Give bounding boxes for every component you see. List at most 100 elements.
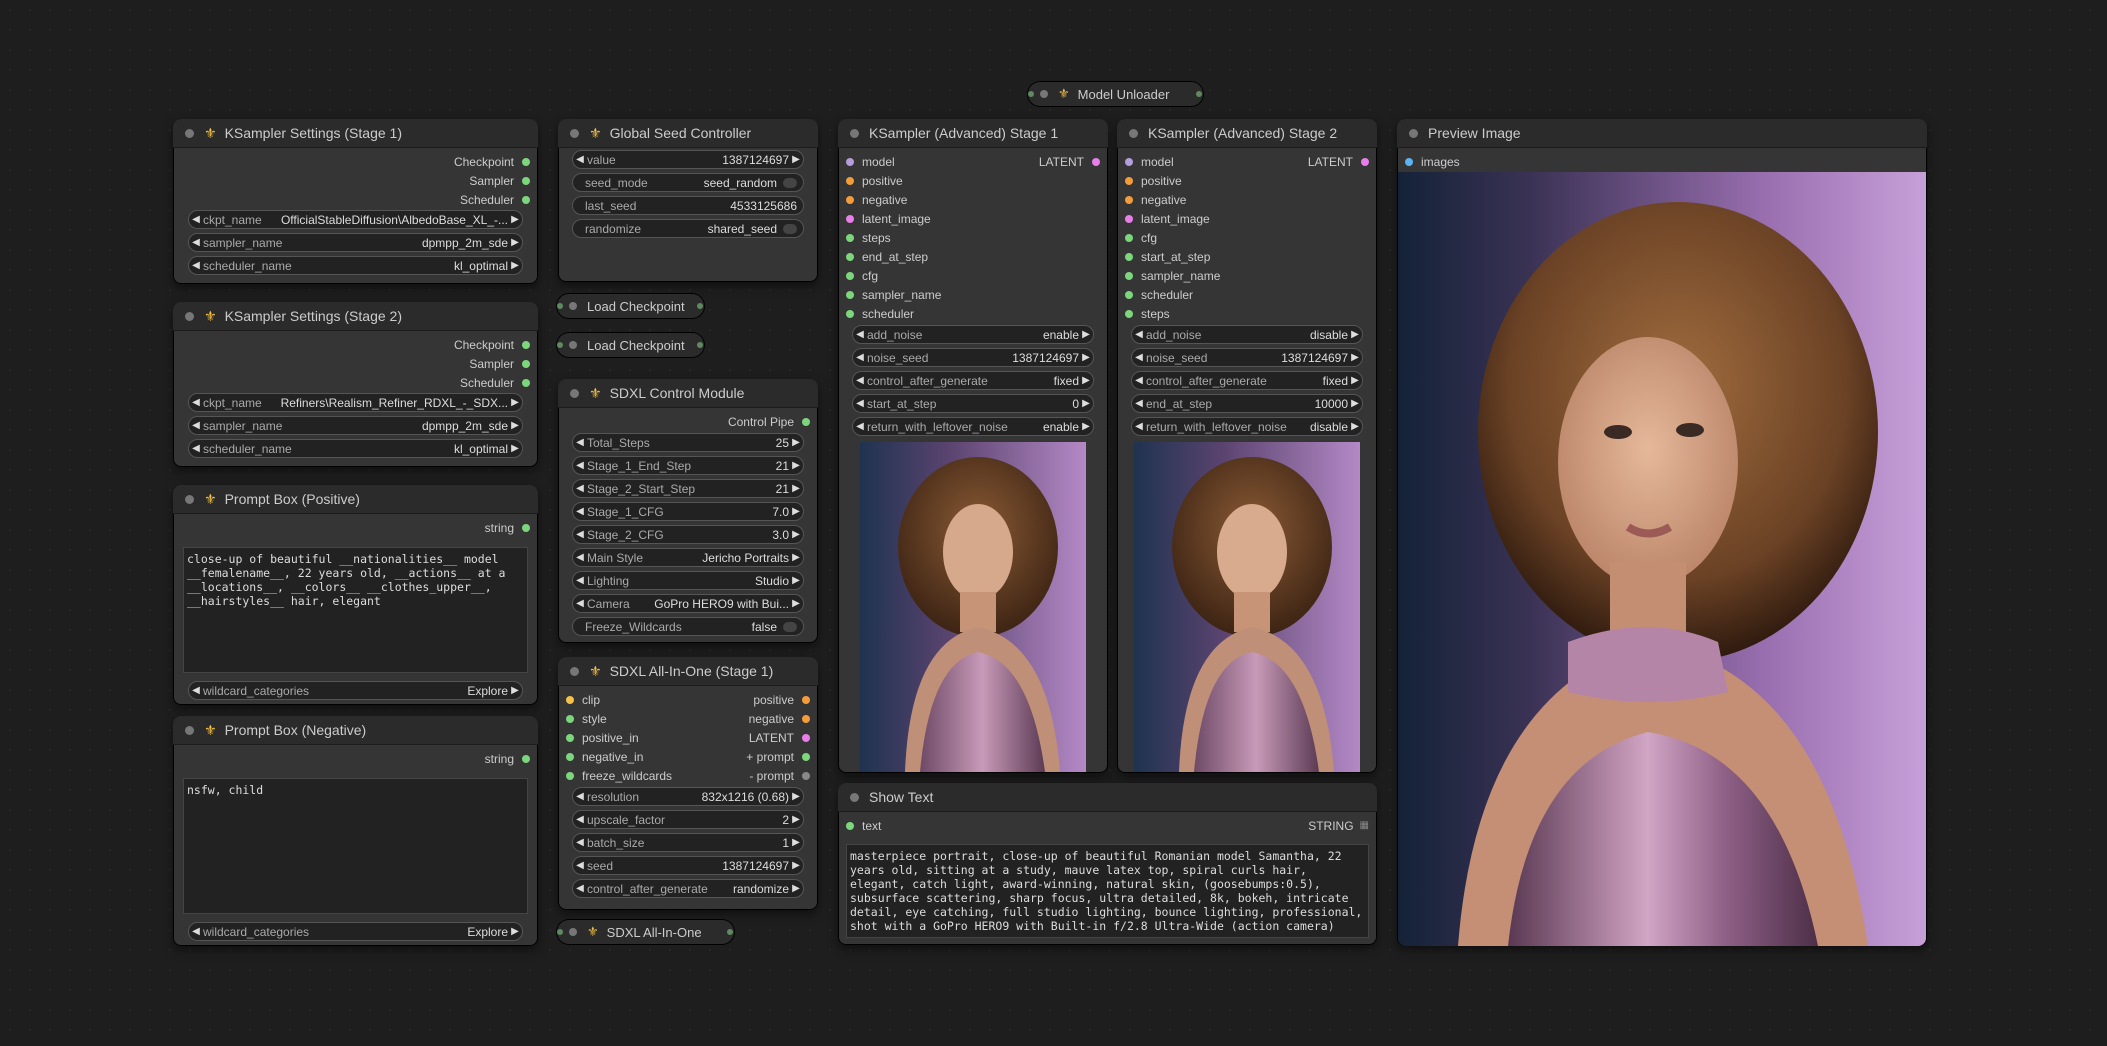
input-socket[interactable] [1125,309,1133,318]
last-seed-widget[interactable]: last_seed 4533125686 [572,196,804,215]
right-arrow-icon[interactable]: ▶ [1079,398,1093,409]
input-socket[interactable] [846,290,854,299]
prompt-box-negative-node[interactable]: ⚜ Prompt Box (Negative) string ◀wildcard… [173,716,538,946]
left-arrow-icon[interactable]: ◀ [573,154,587,165]
output-socket[interactable] [522,523,530,532]
upscale-factor-widget[interactable]: ◀ upscale_factor 2 ▶ [572,810,804,829]
prompt-textarea[interactable] [183,547,528,673]
node-header[interactable]: KSampler (Advanced) Stage 2 [1117,119,1377,148]
input-socket[interactable] [1125,233,1133,242]
collapse-dot[interactable] [570,666,579,676]
list-output-icon[interactable]: ▦ [1360,820,1369,831]
batch-size-widget[interactable]: ◀ batch_size 1 ▶ [572,833,804,852]
ksampler-settings-stage2-node[interactable]: ⚜ KSampler Settings (Stage 2) Checkpoint… [173,302,538,467]
add-noise-widget[interactable]: ◀ add_noise enable ▶ [852,325,1094,344]
left-arrow-icon[interactable]: ◀ [853,421,867,432]
left-arrow-icon[interactable]: ◀ [573,860,587,871]
collapse-dot[interactable] [185,494,194,504]
node-header[interactable]: Show Text [838,783,1377,812]
stage1-cfg-widget[interactable]: ◀ Stage_1_CFG 7.0 ▶ [572,502,804,521]
add-noise-widget[interactable]: ◀ add_noise disable ▶ [1131,325,1363,344]
node-header[interactable]: KSampler (Advanced) Stage 1 [838,119,1108,148]
seed-value-widget[interactable]: ◀ value 1387124697 ▶ [572,150,804,169]
load-checkpoint-node[interactable]: Load Checkpoint [556,293,705,319]
show-text-node[interactable]: Show Text text STRING ▦ [838,783,1377,945]
input-socket[interactable] [566,752,574,761]
output-socket[interactable] [522,359,530,368]
output-socket[interactable] [697,303,703,309]
right-arrow-icon[interactable]: ▶ [508,214,522,225]
end-at-step-widget[interactable]: ◀ end_at_step 10000 ▶ [1131,394,1363,413]
left-arrow-icon[interactable]: ◀ [573,814,587,825]
right-arrow-icon[interactable]: ▶ [789,837,803,848]
right-arrow-icon[interactable]: ▶ [508,420,522,431]
right-arrow-icon[interactable]: ▶ [789,529,803,540]
node-header[interactable]: ⚜ SDXL Control Module [558,379,818,408]
left-arrow-icon[interactable]: ◀ [189,214,203,225]
global-seed-controller-node[interactable]: ⚜ Global Seed Controller ◀ value 138712469… [558,119,818,282]
input-socket[interactable] [566,771,574,780]
input-socket[interactable] [1125,271,1133,280]
right-arrow-icon[interactable]: ▶ [508,260,522,271]
output-socket[interactable] [1092,157,1100,166]
right-arrow-icon[interactable]: ▶ [789,552,803,563]
left-arrow-icon[interactable]: ◀ [189,926,203,937]
collapse-dot[interactable] [185,311,194,321]
output-socket[interactable] [1361,157,1369,166]
total-steps-widget[interactable]: ◀ Total_Steps 25 ▶ [572,433,804,452]
freeze-wildcards-widget[interactable]: Freeze_Wildcards false [572,617,804,636]
ckpt-name-widget[interactable]: ◀ ckpt_name OfficialStableDiffusion\Albedo… [188,210,523,229]
wildcard-categories-widget[interactable]: ◀ wildcard_categories Explore ▶ [188,681,523,700]
node-header[interactable]: Preview Image [1397,119,1927,148]
input-socket[interactable] [846,157,854,166]
left-arrow-icon[interactable]: ◀ [189,420,203,431]
left-arrow-icon[interactable]: ◀ [573,575,587,586]
right-arrow-icon[interactable]: ▶ [1079,352,1093,363]
left-arrow-icon[interactable]: ◀ [573,529,587,540]
collapse-dot[interactable] [850,128,859,138]
input-socket[interactable] [566,733,574,742]
input-socket[interactable] [557,929,563,935]
output-socket[interactable] [697,342,703,348]
left-arrow-icon[interactable]: ◀ [573,552,587,563]
collapse-dot[interactable] [1040,90,1048,98]
output-socket[interactable] [522,176,530,185]
noise-seed-widget[interactable]: ◀ noise_seed 1387124697 ▶ [852,348,1094,367]
input-socket[interactable] [1125,195,1133,204]
input-socket[interactable] [566,695,574,704]
output-socket[interactable] [522,340,530,349]
collapse-dot[interactable] [1129,128,1138,138]
control-after-generate-widget[interactable]: ◀ control_after_generate randomize ▶ [572,879,804,898]
input-socket[interactable] [1125,214,1133,223]
sampler-name-widget[interactable]: ◀ sampler_name dpmpp_2m_sde ▶ [188,416,523,435]
camera-widget[interactable]: ◀ Camera GoPro HERO9 with Bui... ▶ [572,594,804,613]
seed-widget[interactable]: ◀ seed 1387124697 ▶ [572,856,804,875]
right-arrow-icon[interactable]: ▶ [1348,398,1362,409]
right-arrow-icon[interactable]: ▶ [1348,375,1362,386]
right-arrow-icon[interactable]: ▶ [789,598,803,609]
left-arrow-icon[interactable]: ◀ [853,329,867,340]
output-socket[interactable] [522,378,530,387]
output-socket[interactable] [727,929,733,935]
right-arrow-icon[interactable]: ▶ [789,154,803,165]
right-arrow-icon[interactable]: ▶ [789,860,803,871]
node-header[interactable]: ⚜ KSampler Settings (Stage 2) [173,302,538,331]
stage2-cfg-widget[interactable]: ◀ Stage_2_CFG 3.0 ▶ [572,525,804,544]
node-header[interactable]: ⚜ Prompt Box (Negative) [173,716,538,745]
right-arrow-icon[interactable]: ▶ [1348,421,1362,432]
sdxl-all-in-one-stage1-node[interactable]: ⚜ SDXL All-In-One (Stage 1) clip positive… [558,657,818,910]
collapse-dot[interactable] [569,302,577,310]
left-arrow-icon[interactable]: ◀ [1132,421,1146,432]
input-socket[interactable] [846,195,854,204]
left-arrow-icon[interactable]: ◀ [189,237,203,248]
collapse-dot[interactable] [1409,128,1418,138]
right-arrow-icon[interactable]: ▶ [789,883,803,894]
left-arrow-icon[interactable]: ◀ [1132,375,1146,386]
left-arrow-icon[interactable]: ◀ [573,483,587,494]
output-socket[interactable] [802,733,810,742]
ksampler-settings-stage1-node[interactable]: ⚜ KSampler Settings (Stage 1) Checkpoint… [173,119,538,284]
input-socket[interactable] [846,214,854,223]
output-socket[interactable] [522,754,530,763]
left-arrow-icon[interactable]: ◀ [573,460,587,471]
right-arrow-icon[interactable]: ▶ [1348,329,1362,340]
